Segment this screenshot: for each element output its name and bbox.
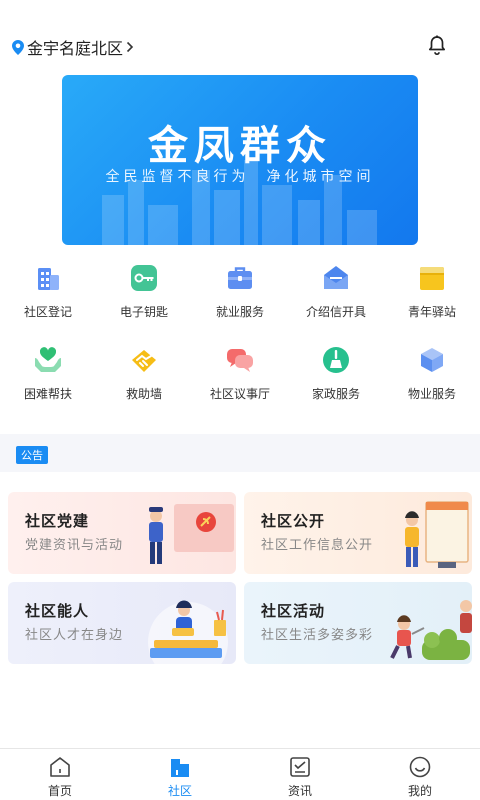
card-title: 社区党建 [25, 512, 90, 530]
tab-home[interactable]: 首页 [0, 749, 120, 800]
service-label: 救助墙 [125, 387, 162, 401]
service-label: 困难帮扶 [23, 387, 72, 401]
card-subtitle: 社区人才在身边 [25, 628, 124, 643]
banner-title: 金凤群众 [148, 123, 332, 169]
top-header: 金宇名庭北区 [0, 0, 480, 70]
card-title: 社区活动 [261, 602, 326, 620]
notice-bar[interactable]: 公告 [0, 434, 480, 472]
cube-icon [421, 348, 443, 372]
gardening-illustration [390, 600, 472, 660]
news-icon [290, 757, 310, 777]
service-label: 物业服务 [407, 387, 456, 401]
card-title: 社区公开 [261, 512, 326, 530]
location-pin-icon [12, 39, 24, 55]
card-subtitle: 社区生活多姿多彩 [261, 628, 374, 643]
service-label: 家政服务 [311, 387, 360, 401]
community-page: 金宇名庭北区 金凤群众 全民监督不良行为 净化城市空间 社区登记 电子钥匙 就业… [0, 0, 480, 800]
youth-station-icon [420, 267, 444, 290]
card-title: 社区能人 [25, 602, 90, 620]
service-label: 电子钥匙 [119, 305, 168, 319]
service-youth-station[interactable]: 青年驿站 [384, 262, 480, 320]
service-reference-letter[interactable]: 介绍信开具 [288, 262, 384, 320]
heart-hands-icon [35, 347, 61, 372]
party-building-illustration [149, 504, 234, 564]
tab-label: 社区 [167, 784, 192, 798]
card-community-activities[interactable]: 社区活动 社区生活多姿多彩 [244, 582, 472, 664]
bell-icon[interactable] [426, 34, 448, 56]
card-party-building[interactable]: 社区党建 党建资讯与活动 [8, 492, 236, 574]
service-property[interactable]: 物业服务 [384, 344, 480, 402]
tab-label: 我的 [407, 784, 432, 798]
disclosure-board-illustration [405, 501, 469, 568]
service-aid-wall[interactable]: 救助墙 [96, 344, 192, 402]
bottom-tab-bar: 首页 社区 资讯 我的 [0, 748, 480, 800]
key-icon [131, 265, 157, 291]
chat-bubbles-icon [227, 349, 253, 372]
tab-community[interactable]: 社区 [120, 749, 240, 800]
service-label: 社区议事厅 [209, 387, 270, 401]
home-icon [50, 757, 70, 777]
briefcase-icon [228, 267, 252, 289]
location-selector[interactable]: 金宇名庭北区 [12, 35, 134, 59]
tab-news[interactable]: 资讯 [240, 749, 360, 800]
building-icon [38, 268, 59, 290]
reading-person-illustration [148, 600, 228, 664]
service-label: 介绍信开具 [305, 305, 366, 319]
letter-icon [324, 266, 348, 289]
card-talented-residents[interactable]: 社区能人 社区人才在身边 [8, 582, 236, 664]
service-housekeeping[interactable]: 家政服务 [288, 344, 384, 402]
chevron-right-icon [126, 41, 134, 53]
service-community-register[interactable]: 社区登记 [0, 262, 96, 320]
location-name: 金宇名庭北区 [27, 39, 124, 58]
broom-icon [323, 347, 349, 373]
tab-label: 资讯 [287, 784, 312, 798]
promo-banner[interactable]: 金凤群众 全民监督不良行为 净化城市空间 [62, 75, 418, 245]
service-label: 就业服务 [215, 305, 264, 319]
service-employment[interactable]: 就业服务 [192, 262, 288, 320]
tab-mine[interactable]: 我的 [360, 749, 480, 800]
card-community-disclosure[interactable]: 社区公开 社区工作信息公开 [244, 492, 472, 574]
card-subtitle: 社区工作信息公开 [261, 538, 374, 553]
service-hardship-aid[interactable]: 困难帮扶 [0, 344, 96, 402]
tab-label: 首页 [47, 784, 72, 798]
service-label: 青年驿站 [407, 305, 456, 319]
service-council-hall[interactable]: 社区议事厅 [192, 344, 288, 402]
banner-subtitle: 全民监督不良行为 净化城市空间 [105, 169, 375, 185]
smile-icon [409, 756, 431, 778]
service-label: 社区登记 [23, 305, 72, 319]
community-icon [171, 759, 189, 777]
handshake-icon [132, 350, 156, 372]
notice-tag: 公告 [16, 446, 48, 464]
card-subtitle: 党建资讯与活动 [25, 538, 124, 553]
service-e-key[interactable]: 电子钥匙 [96, 262, 192, 320]
